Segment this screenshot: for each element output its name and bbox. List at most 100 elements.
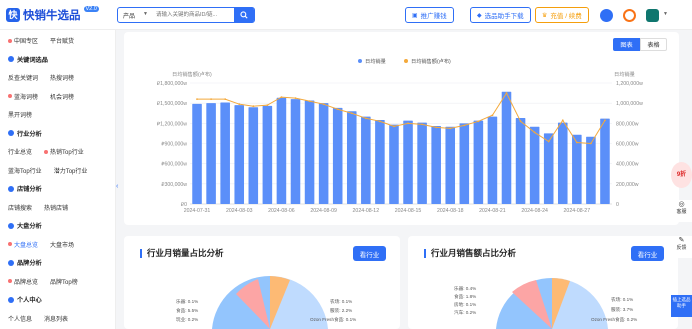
sidebar-item[interactable]: 反查关键词 <box>8 73 38 82</box>
download-assistant-button[interactable]: ◆ 选品助手下载 <box>470 7 531 23</box>
line-point <box>280 96 283 99</box>
bar <box>304 100 315 204</box>
sidebar-item[interactable]: 热搜词榜 <box>50 73 74 82</box>
logo[interactable]: 快 快销牛选品 V2.0 <box>6 6 99 23</box>
sidebar-item-label: 品牌总览 <box>14 279 39 286</box>
recharge-button[interactable]: ♛ 充值 / 续费 <box>535 7 589 23</box>
right-axis-label: 日均销量 <box>614 70 635 78</box>
line-point <box>393 125 395 128</box>
sidebar-item-label: 热销Top行业 <box>50 150 84 156</box>
sales-chart: 日均销量 日均销售额(卢布)日均销售额(卢布) 日均销量₽0 0₽300,000w 20… <box>157 57 643 214</box>
collapse-sidebar-icon[interactable]: ‹ <box>116 183 118 190</box>
user-avatar[interactable] <box>646 9 659 22</box>
sidebar-item-label: 消息列表 <box>44 316 69 323</box>
sidebar-row: 蓝海词榜 机会词榜 <box>8 92 74 101</box>
sidebar-section-label: 品牌分析 <box>17 260 42 267</box>
line-point <box>336 108 339 111</box>
sidebar-item[interactable]: 热销Top行业 <box>44 147 84 156</box>
left-tick-label: ₽1,500,000w <box>157 101 187 107</box>
feedback-button[interactable]: ✎ 反馈 <box>671 236 692 258</box>
sidebar-row: 个人信息 消息列表 <box>8 314 68 323</box>
left-tick-label: ₽1,800,000w <box>157 81 187 87</box>
x-tick-label: 2024-08-03 <box>226 208 253 214</box>
chevron-down-icon: ▼ <box>143 10 148 17</box>
sales-volume-line <box>197 92 606 145</box>
bar <box>572 134 582 204</box>
line-point <box>561 119 564 122</box>
discount-badge[interactable]: 9折 <box>671 162 692 188</box>
bar <box>445 126 456 204</box>
left-axis-label: 日均销售额(卢布) <box>172 70 212 78</box>
section-icon <box>8 296 14 303</box>
sidebar-item[interactable]: 潜力Top行业 <box>54 166 88 175</box>
headset-icon: ◎ <box>678 201 685 208</box>
bar <box>487 116 498 204</box>
search-button[interactable] <box>234 7 254 23</box>
sidebar-section-heading: 品牌分析 <box>8 258 42 267</box>
bar <box>234 105 245 204</box>
right-tick-label: 600,000w <box>616 142 639 148</box>
bar <box>206 103 216 204</box>
sidebar-item-label: 黑开词榜 <box>8 113 33 119</box>
legend-swatch <box>404 59 408 63</box>
pie-label: 汽车: 0.2% <box>454 310 477 315</box>
bar <box>529 126 540 204</box>
hot-dot-icon <box>8 242 12 246</box>
pie-label: 食品: 1.8% <box>454 294 477 299</box>
customer-service-button[interactable]: ◎ 客服 <box>671 200 692 222</box>
sidebar-item[interactable]: 平台赋货 <box>50 36 74 45</box>
sidebar-item[interactable]: 大盘总览 <box>8 240 38 249</box>
sidebar-item[interactable]: 店铺搜索 <box>8 203 32 212</box>
bar <box>600 118 610 204</box>
x-tick-label: 2024-08-06 <box>268 208 295 214</box>
legend-swatch <box>358 59 362 63</box>
sidebar-item[interactable]: 热销店铺 <box>44 203 68 212</box>
sidebar-row: 店铺搜索 热销店铺 <box>8 203 68 212</box>
right-tick-label: 200,000w <box>616 182 639 188</box>
volume-pie-chart <box>212 275 328 329</box>
industry-volume-card: 行业月销量占比分析 看行业 乐器: 0.1% 食品: 5.5% 玩业: 0.2%… <box>124 236 400 329</box>
sidebar-item[interactable]: 消息列表 <box>44 314 68 323</box>
customer-service-label: 客服 <box>676 209 687 215</box>
sidebar-item[interactable]: 机会词榜 <box>50 92 74 101</box>
sidebar-section-heading: 大盘分析 <box>8 221 42 230</box>
x-tick-label: 2024-08-12 <box>353 208 380 214</box>
table-view-toggle[interactable]: 表格 <box>640 38 667 51</box>
sidebar-item[interactable]: 中国专区 <box>8 36 38 45</box>
right-tick-label: 800,000w <box>616 121 639 127</box>
sidebar-item[interactable]: 行业总览 <box>8 147 32 156</box>
sidebar-item[interactable]: 黑开词榜 <box>8 110 32 119</box>
line-point <box>210 98 212 101</box>
sidebar-item-label: 大盘市场 <box>50 242 75 249</box>
recharge-label: 充值 / 续费 <box>550 13 582 20</box>
bar <box>346 111 357 204</box>
bell-icon[interactable] <box>600 9 613 22</box>
headset-icon[interactable] <box>623 9 636 22</box>
sidebar-item[interactable]: 个人信息 <box>8 314 32 323</box>
line-point <box>294 97 297 100</box>
sidebar-item[interactable]: 蓝海Top行业 <box>8 166 42 175</box>
bar <box>332 107 343 204</box>
install-assistant-button[interactable]: 插上选品助手 <box>671 295 692 317</box>
bar <box>375 119 385 204</box>
sidebar-row: 行业总览 热销Top行业 <box>8 147 84 156</box>
line-point <box>533 131 536 134</box>
sidebar-item[interactable]: 蓝海词榜 <box>8 92 38 101</box>
bar <box>276 97 287 204</box>
sidebar-item[interactable]: 大盘市场 <box>50 240 74 249</box>
sidebar-item[interactable]: 品牌总览 <box>8 277 38 286</box>
line-point <box>407 122 409 125</box>
chevron-down-icon[interactable]: ▼ <box>663 11 668 17</box>
search-category-select[interactable]: 产品 ▼ <box>118 11 156 20</box>
search-icon <box>240 11 248 19</box>
pie-label: Ozon Fresh食品: 0.2% <box>591 317 638 322</box>
chart-view-toggle[interactable]: 图表 <box>613 38 640 51</box>
bar <box>417 122 427 204</box>
promote-earn-button[interactable]: ▣ 推广赚钱 <box>405 7 454 23</box>
section-icon <box>8 222 14 229</box>
sidebar-section-heading: 行业分析 <box>8 129 42 138</box>
sidebar-item[interactable]: 品牌Top榜 <box>50 277 78 286</box>
sidebar-item-label: 热销店铺 <box>44 205 69 212</box>
sidebar-item-label: 潜力Top行业 <box>53 168 88 175</box>
industry-revenue-card: 行业月销售额占比分析 看行业 乐器: 0.4% 食品: 1.8% 房地: 0.1… <box>408 236 678 329</box>
